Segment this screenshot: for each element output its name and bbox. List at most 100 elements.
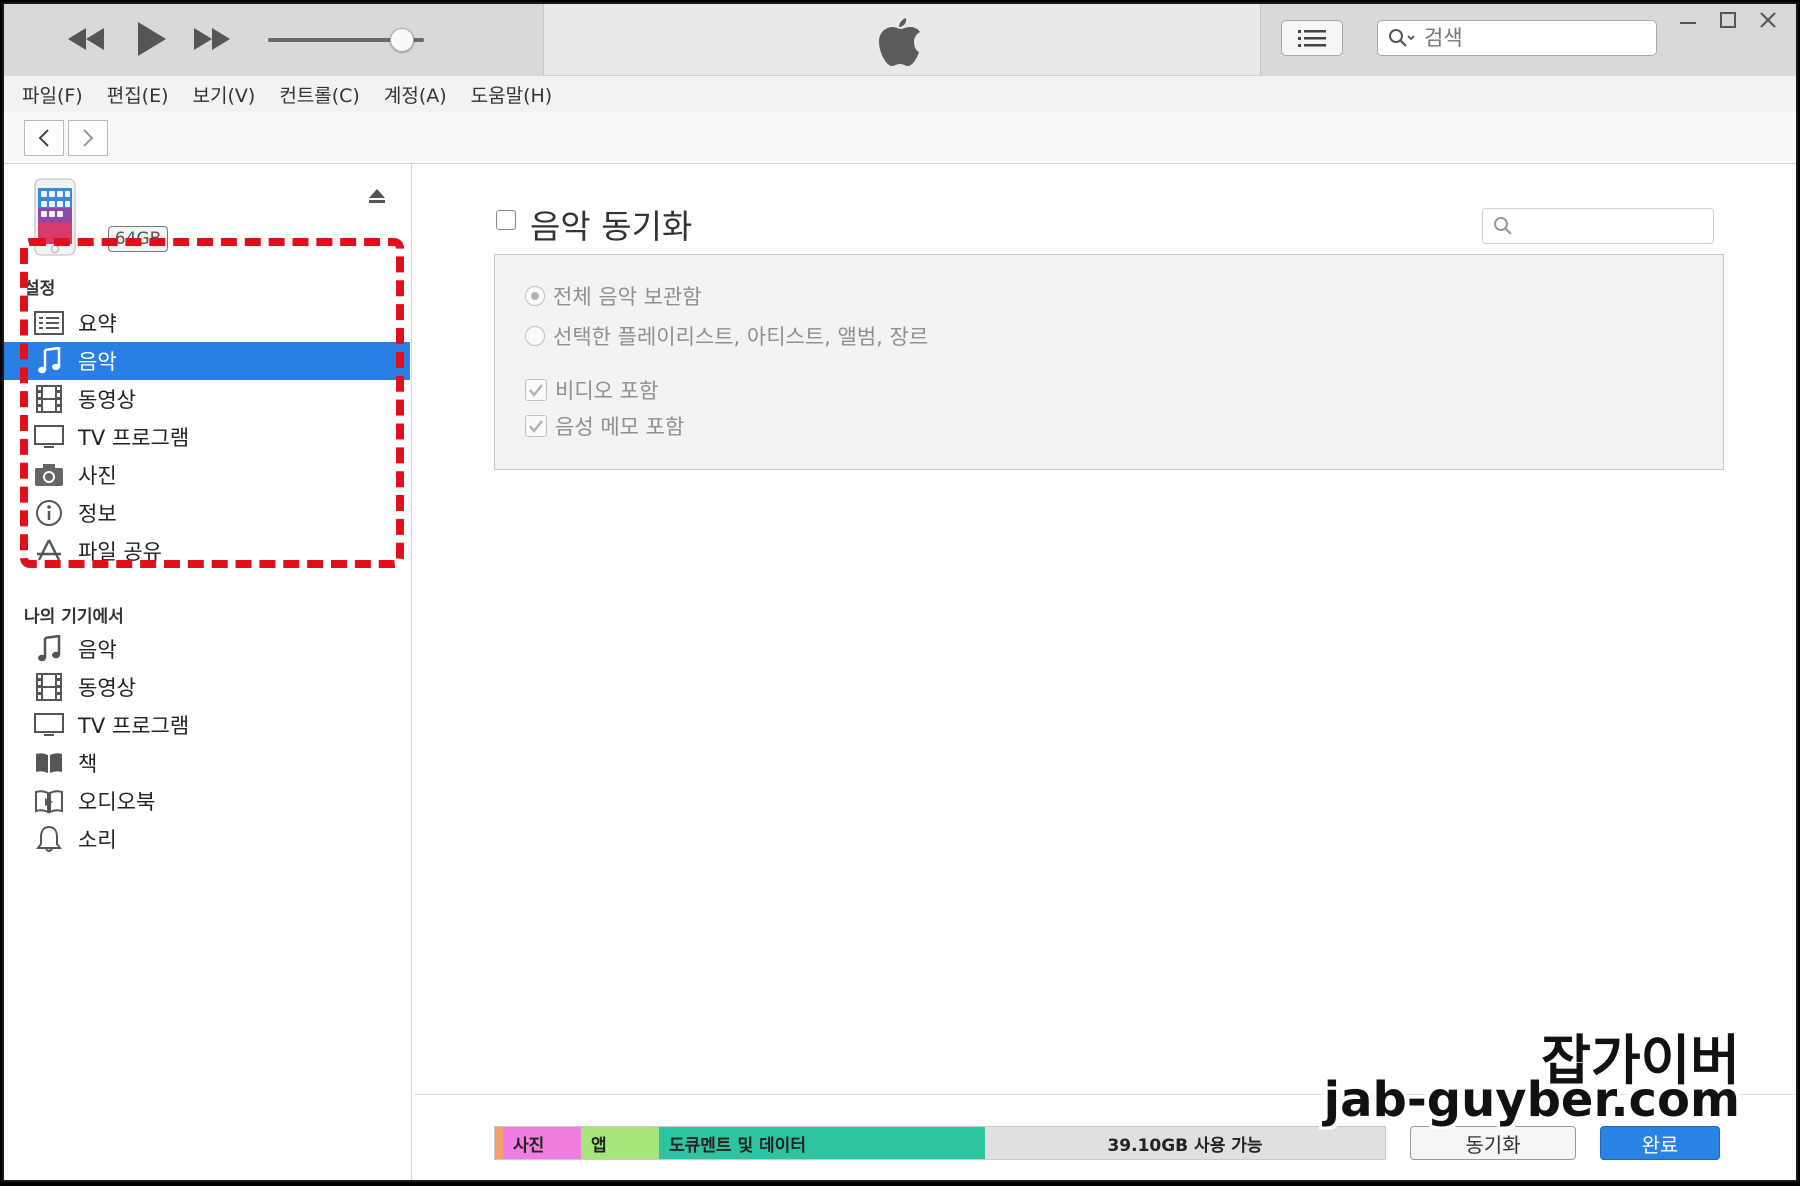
sidebar-item-label: 동영상 — [78, 388, 136, 412]
menu-account[interactable]: 계정(A) — [384, 81, 447, 108]
option-include-videos[interactable]: 비디오 포함 — [525, 375, 658, 405]
sidebar-device-tv-shows[interactable]: TV 프로그램 — [4, 706, 410, 744]
checkbox-include-voice-memos[interactable] — [525, 415, 547, 437]
sidebar-device-audiobooks[interactable]: 오디오북 — [4, 782, 410, 820]
sidebar-item-label: TV 프로그램 — [78, 714, 190, 738]
sidebar-item-file-sharing[interactable]: 파일 공유 — [4, 532, 410, 570]
search-icon — [1494, 217, 1512, 235]
menu-controls[interactable]: 컨트롤(C) — [279, 81, 360, 108]
sidebar-item-label: 오디오북 — [78, 790, 156, 814]
sidebar-item-music[interactable]: 음악 — [4, 342, 410, 380]
rewind-icon[interactable] — [66, 26, 106, 52]
menu-view[interactable]: 보기(V) — [193, 81, 256, 108]
apple-logo-icon — [876, 14, 922, 72]
sidebar-item-label: 파일 공유 — [78, 540, 162, 564]
sidebar-device-music[interactable]: 음악 — [4, 630, 410, 668]
sidebar-item-tv-shows[interactable]: TV 프로그램 — [4, 418, 410, 456]
forward-button[interactable] — [68, 120, 108, 156]
volume-slider-thumb[interactable] — [390, 28, 415, 52]
iphone-device-icon[interactable] — [34, 178, 76, 260]
film-icon — [32, 670, 66, 704]
done-button[interactable]: 완료 — [1600, 1126, 1720, 1160]
search-field[interactable] — [1377, 20, 1657, 56]
storage-capacity-bar: 사진 앱 도큐멘트 및 데이터 39.10GB 사용 가능 — [494, 1126, 1386, 1160]
close-button[interactable] — [1759, 10, 1777, 35]
sidebar: 64GB 설정 요약 음악 동영상 TV 프로그램 사진 정보 파일 공유 나의… — [4, 164, 412, 1180]
play-icon[interactable] — [136, 20, 168, 58]
app-store-icon — [32, 534, 66, 568]
camera-icon — [32, 458, 66, 492]
chevron-right-icon — [83, 129, 94, 147]
capacity-badge: 64GB — [108, 226, 168, 252]
sidebar-item-movies[interactable]: 동영상 — [4, 380, 410, 418]
tv-icon — [32, 708, 66, 742]
checkmark-icon — [529, 420, 543, 433]
option-entire-library[interactable]: 전체 음악 보관함 — [525, 281, 702, 311]
option-include-voice-memos[interactable]: 음성 메모 포함 — [525, 411, 684, 441]
search-input[interactable] — [1424, 26, 1624, 50]
checkmark-icon — [529, 384, 543, 397]
settings-section-title: 설정 — [24, 279, 56, 299]
sync-music-checkbox[interactable] — [496, 210, 516, 230]
option-label: 선택한 플레이리스트, 아티스트, 앨범, 장르 — [553, 325, 929, 349]
storage-segment-documents: 도큐멘트 및 데이터 — [659, 1127, 985, 1159]
storage-segment-other — [495, 1127, 503, 1159]
eject-icon[interactable] — [368, 188, 386, 208]
itunes-window: 파일(F) 편집(E) 보기(V) 컨트롤(C) 계정(A) 도움말(H) — [2, 2, 1798, 1182]
music-note-icon — [32, 632, 66, 666]
storage-segment-apps: 앱 — [581, 1127, 659, 1159]
film-icon — [32, 382, 66, 416]
sidebar-item-label: 음악 — [78, 638, 117, 662]
music-filter-search[interactable] — [1482, 208, 1714, 244]
menu-bar: 파일(F) 편집(E) 보기(V) 컨트롤(C) 계정(A) 도움말(H) — [4, 76, 1796, 112]
sidebar-item-label: 요약 — [78, 312, 117, 336]
sidebar-item-label: TV 프로그램 — [78, 426, 190, 450]
title-right-panel — [1260, 4, 1796, 76]
option-label: 비디오 포함 — [555, 379, 659, 403]
search-icon — [1389, 29, 1415, 47]
radio-entire-library[interactable] — [525, 286, 545, 306]
sidebar-item-label: 사진 — [78, 464, 117, 488]
player-controls — [4, 4, 544, 76]
menu-file[interactable]: 파일(F) — [22, 81, 83, 108]
sidebar-item-info[interactable]: 정보 — [4, 494, 410, 532]
sidebar-device-tones[interactable]: 소리 — [4, 820, 410, 858]
sidebar-device-books[interactable]: 책 — [4, 744, 410, 782]
sync-button[interactable]: 동기화 — [1410, 1126, 1576, 1160]
sidebar-device-movies[interactable]: 동영상 — [4, 668, 410, 706]
checkbox-include-videos[interactable] — [525, 379, 547, 401]
menu-help[interactable]: 도움말(H) — [471, 81, 553, 108]
sidebar-item-photos[interactable]: 사진 — [4, 456, 410, 494]
audiobook-icon — [32, 784, 66, 818]
menu-edit[interactable]: 편집(E) — [107, 81, 169, 108]
sidebar-item-label: 동영상 — [78, 676, 136, 700]
sync-music-title: 음악 동기화 — [530, 207, 693, 246]
title-bar — [4, 4, 1796, 76]
radio-selected-items[interactable] — [525, 326, 545, 346]
option-label: 음성 메모 포함 — [555, 415, 685, 439]
info-icon — [32, 496, 66, 530]
music-note-icon — [32, 344, 66, 378]
minimize-button[interactable] — [1679, 10, 1697, 35]
option-selected-items[interactable]: 선택한 플레이리스트, 아티스트, 앨범, 장르 — [525, 321, 928, 351]
option-label: 전체 음악 보관함 — [553, 285, 702, 309]
watermark-url: jab-guyber.com — [1323, 1072, 1740, 1128]
book-icon — [32, 746, 66, 780]
storage-segment-free: 39.10GB 사용 가능 — [985, 1127, 1385, 1159]
sidebar-item-label: 음악 — [78, 350, 117, 374]
sidebar-item-label: 정보 — [78, 502, 117, 526]
fast-forward-icon[interactable] — [192, 26, 232, 52]
sync-options-panel: 전체 음악 보관함 선택한 플레이리스트, 아티스트, 앨범, 장르 비디오 포… — [494, 254, 1724, 470]
on-my-device-section-title: 나의 기기에서 — [24, 607, 124, 627]
sidebar-item-label: 소리 — [78, 828, 117, 852]
chevron-left-icon — [38, 129, 49, 147]
bell-icon — [32, 822, 66, 856]
maximize-button[interactable] — [1719, 10, 1737, 35]
sidebar-item-summary[interactable]: 요약 — [4, 304, 410, 342]
tv-icon — [32, 420, 66, 454]
back-button[interactable] — [24, 120, 64, 156]
navigation-bar — [4, 112, 1796, 164]
list-icon — [1298, 30, 1326, 47]
sidebar-item-label: 책 — [78, 752, 98, 776]
up-next-list-button[interactable] — [1281, 20, 1343, 56]
